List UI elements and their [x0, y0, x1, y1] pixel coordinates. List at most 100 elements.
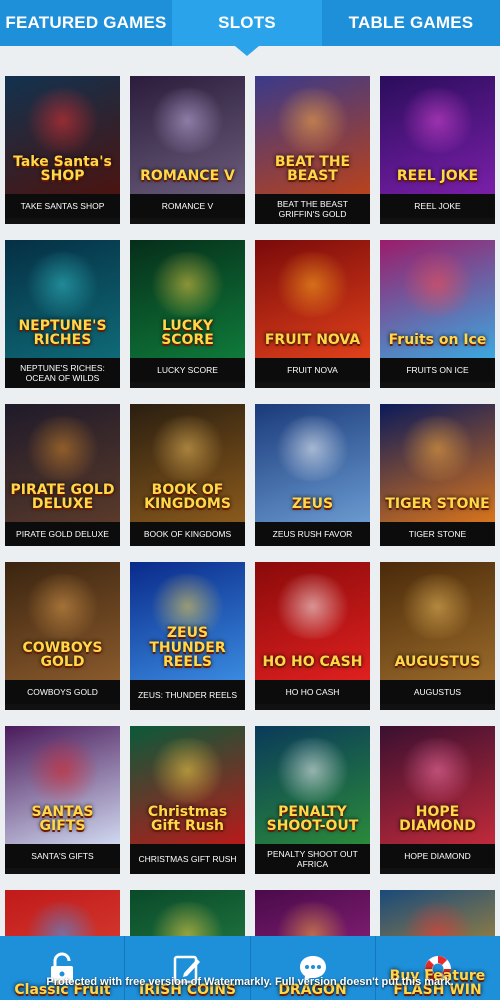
game-title: ZEUS: THUNDER REELS	[130, 680, 245, 710]
game-logo: Classic Fruit	[14, 982, 111, 999]
game-logo: IRISH COINS	[138, 982, 237, 999]
game-card[interactable]: SANTAS GIFTS SANTA'S GIFTS	[5, 726, 120, 874]
thumbnail-art	[147, 737, 228, 803]
game-card[interactable]: PIRATE GOLD DELUXE PIRATE GOLD DELUXE	[5, 404, 120, 546]
game-thumbnail[interactable]: Fruits on Ice	[380, 240, 495, 358]
game-title: PIRATE GOLD DELUXE	[5, 522, 120, 546]
game-title: ROMANCE V	[130, 194, 245, 218]
game-thumbnail[interactable]: BEAT THE BEAST	[255, 76, 370, 194]
thumbnail-art	[397, 251, 478, 317]
game-card[interactable]: BEAT THE BEAST BEAT THE BEAST GRIFFIN'S G…	[255, 76, 370, 224]
game-thumbnail[interactable]: AUGUSTUS	[380, 562, 495, 680]
thumbnail-art	[397, 87, 478, 153]
game-card[interactable]: FRUIT NOVA FRUIT NOVA	[255, 240, 370, 388]
thumbnail-art	[397, 737, 478, 803]
lock-icon	[51, 952, 74, 983]
games-grid: Take Santa's SHOP TAKE SANTAS SHOP ROMANCE…	[5, 76, 495, 1000]
game-thumbnail[interactable]: Christmas Gift Rush	[130, 726, 245, 844]
game-thumbnail[interactable]: ROMANCE V	[130, 76, 245, 194]
game-card[interactable]: AUGUSTUS AUGUSTUS	[380, 562, 495, 710]
game-title: TAKE SANTAS SHOP	[5, 194, 120, 218]
game-thumbnail[interactable]: ZEUS THUNDER REELS	[130, 562, 245, 680]
category-tabs: FEATURED GAMES SLOTS TABLE GAMES	[0, 0, 500, 56]
thumbnail-art	[147, 87, 228, 153]
game-logo: BOOK OF KINGDOMS	[144, 481, 231, 513]
game-logo: Buy Feature FLASH WIN	[389, 967, 486, 999]
game-logo: FRUIT NOVA	[264, 332, 361, 349]
thumbnail-art	[397, 415, 478, 481]
game-card[interactable]: Take Santa's SHOP TAKE SANTAS SHOP	[5, 76, 120, 224]
thumbnail-art	[397, 573, 478, 639]
game-card[interactable]: ROMANCE V ROMANCE V	[130, 76, 245, 224]
game-thumbnail[interactable]: FRUIT NOVA	[255, 240, 370, 358]
game-title: BOOK OF KINGDOMS	[130, 522, 245, 546]
game-card[interactable]: Fruits on Ice FRUITS ON ICE	[380, 240, 495, 388]
tab-slots[interactable]: SLOTS	[172, 0, 322, 56]
game-logo: TIGER STONE	[385, 496, 490, 513]
game-logo: HO HO CASH	[262, 654, 363, 671]
game-logo: ZEUS	[291, 496, 334, 513]
game-thumbnail[interactable]: SANTAS GIFTS	[5, 726, 120, 844]
game-thumbnail[interactable]: HOPE DIAMOND	[380, 726, 495, 844]
game-logo: ZEUS THUNDER REELS	[149, 624, 226, 671]
game-card[interactable]: BOOK OF KINGDOMS BOOK OF KINGDOMS	[130, 404, 245, 546]
game-title: BEAT THE BEAST GRIFFIN'S GOLD	[255, 194, 370, 224]
game-thumbnail[interactable]: HO HO CASH	[255, 562, 370, 680]
game-card[interactable]: NEPTUNE'S RICHES NEPTUNE'S RICHES: OCEAN …	[5, 240, 120, 388]
game-title: COWBOYS GOLD	[5, 680, 120, 704]
game-title: PENALTY SHOOT OUT AFRICA	[255, 844, 370, 874]
game-title: AUGUSTUS	[380, 680, 495, 704]
game-logo: ROMANCE V	[140, 168, 235, 185]
game-card[interactable]: REEL JOKE REEL JOKE	[380, 76, 495, 224]
game-thumbnail[interactable]: PIRATE GOLD DELUXE	[5, 404, 120, 522]
game-card[interactable]: ZEUS ZEUS RUSH FAVOR	[255, 404, 370, 546]
game-card[interactable]: HOPE DIAMOND HOPE DIAMOND	[380, 726, 495, 874]
game-thumbnail[interactable]: REEL JOKE	[380, 76, 495, 194]
game-card[interactable]: LUCKY SCORE LUCKY SCORE	[130, 240, 245, 388]
game-thumbnail[interactable]: LUCKY SCORE	[130, 240, 245, 358]
game-card[interactable]: TIGER STONE TIGER STONE	[380, 404, 495, 546]
game-title: LUCKY SCORE	[130, 358, 245, 382]
tab-table-games[interactable]: TABLE GAMES	[322, 0, 500, 46]
game-thumbnail[interactable]: BOOK OF KINGDOMS	[130, 404, 245, 522]
thumbnail-art	[272, 737, 353, 803]
game-logo: Christmas Gift Rush	[147, 803, 228, 835]
thumbnail-art	[272, 415, 353, 481]
game-logo: COWBOYS GOLD	[22, 639, 103, 671]
game-logo: BEAT THE BEAST	[274, 153, 351, 185]
game-title: HOPE DIAMOND	[380, 844, 495, 868]
game-logo: LUCKY SCORE	[161, 317, 214, 349]
thumbnail-art	[22, 415, 103, 481]
game-card[interactable]: ZEUS THUNDER REELS ZEUS: THUNDER REELS	[130, 562, 245, 710]
game-logo: PIRATE GOLD DELUXE	[10, 481, 115, 513]
tab-featured-games[interactable]: FEATURED GAMES	[0, 0, 172, 46]
game-card[interactable]: COWBOYS GOLD COWBOYS GOLD	[5, 562, 120, 710]
game-logo: REEL JOKE	[396, 168, 479, 185]
game-logo: SANTAS GIFTS	[31, 803, 94, 835]
thumbnail-art	[22, 573, 103, 639]
game-card[interactable]: Christmas Gift Rush CHRISTMAS GIFT RUSH	[130, 726, 245, 874]
game-thumbnail[interactable]: ZEUS	[255, 404, 370, 522]
game-title: SANTA'S GIFTS	[5, 844, 120, 868]
game-logo: Take Santa's SHOP	[13, 153, 112, 185]
game-logo: HOPE DIAMOND	[399, 803, 476, 835]
thumbnail-art	[272, 251, 353, 317]
thumbnail-art	[22, 251, 103, 317]
game-logo: AUGUSTUS	[394, 654, 481, 671]
game-logo: PENALTY SHOOT-OUT	[266, 803, 359, 835]
game-thumbnail[interactable]: TIGER STONE	[380, 404, 495, 522]
thumbnail-art	[272, 87, 353, 153]
game-title: TIGER STONE	[380, 522, 495, 546]
game-card[interactable]: HO HO CASH HO HO CASH	[255, 562, 370, 710]
thumbnail-art	[147, 415, 228, 481]
game-title: HO HO CASH	[255, 680, 370, 704]
chat-icon	[299, 956, 326, 982]
game-thumbnail[interactable]: NEPTUNE'S RICHES	[5, 240, 120, 358]
game-thumbnail[interactable]: PENALTY SHOOT-OUT	[255, 726, 370, 844]
game-title: CHRISTMAS GIFT RUSH	[130, 844, 245, 874]
game-thumbnail[interactable]: COWBOYS GOLD	[5, 562, 120, 680]
game-thumbnail[interactable]: Take Santa's SHOP	[5, 76, 120, 194]
game-title: NEPTUNE'S RICHES: OCEAN OF WILDS	[5, 358, 120, 388]
game-card[interactable]: PENALTY SHOOT-OUT PENALTY SHOOT OUT AFRIC…	[255, 726, 370, 874]
thumbnail-art	[22, 737, 103, 803]
